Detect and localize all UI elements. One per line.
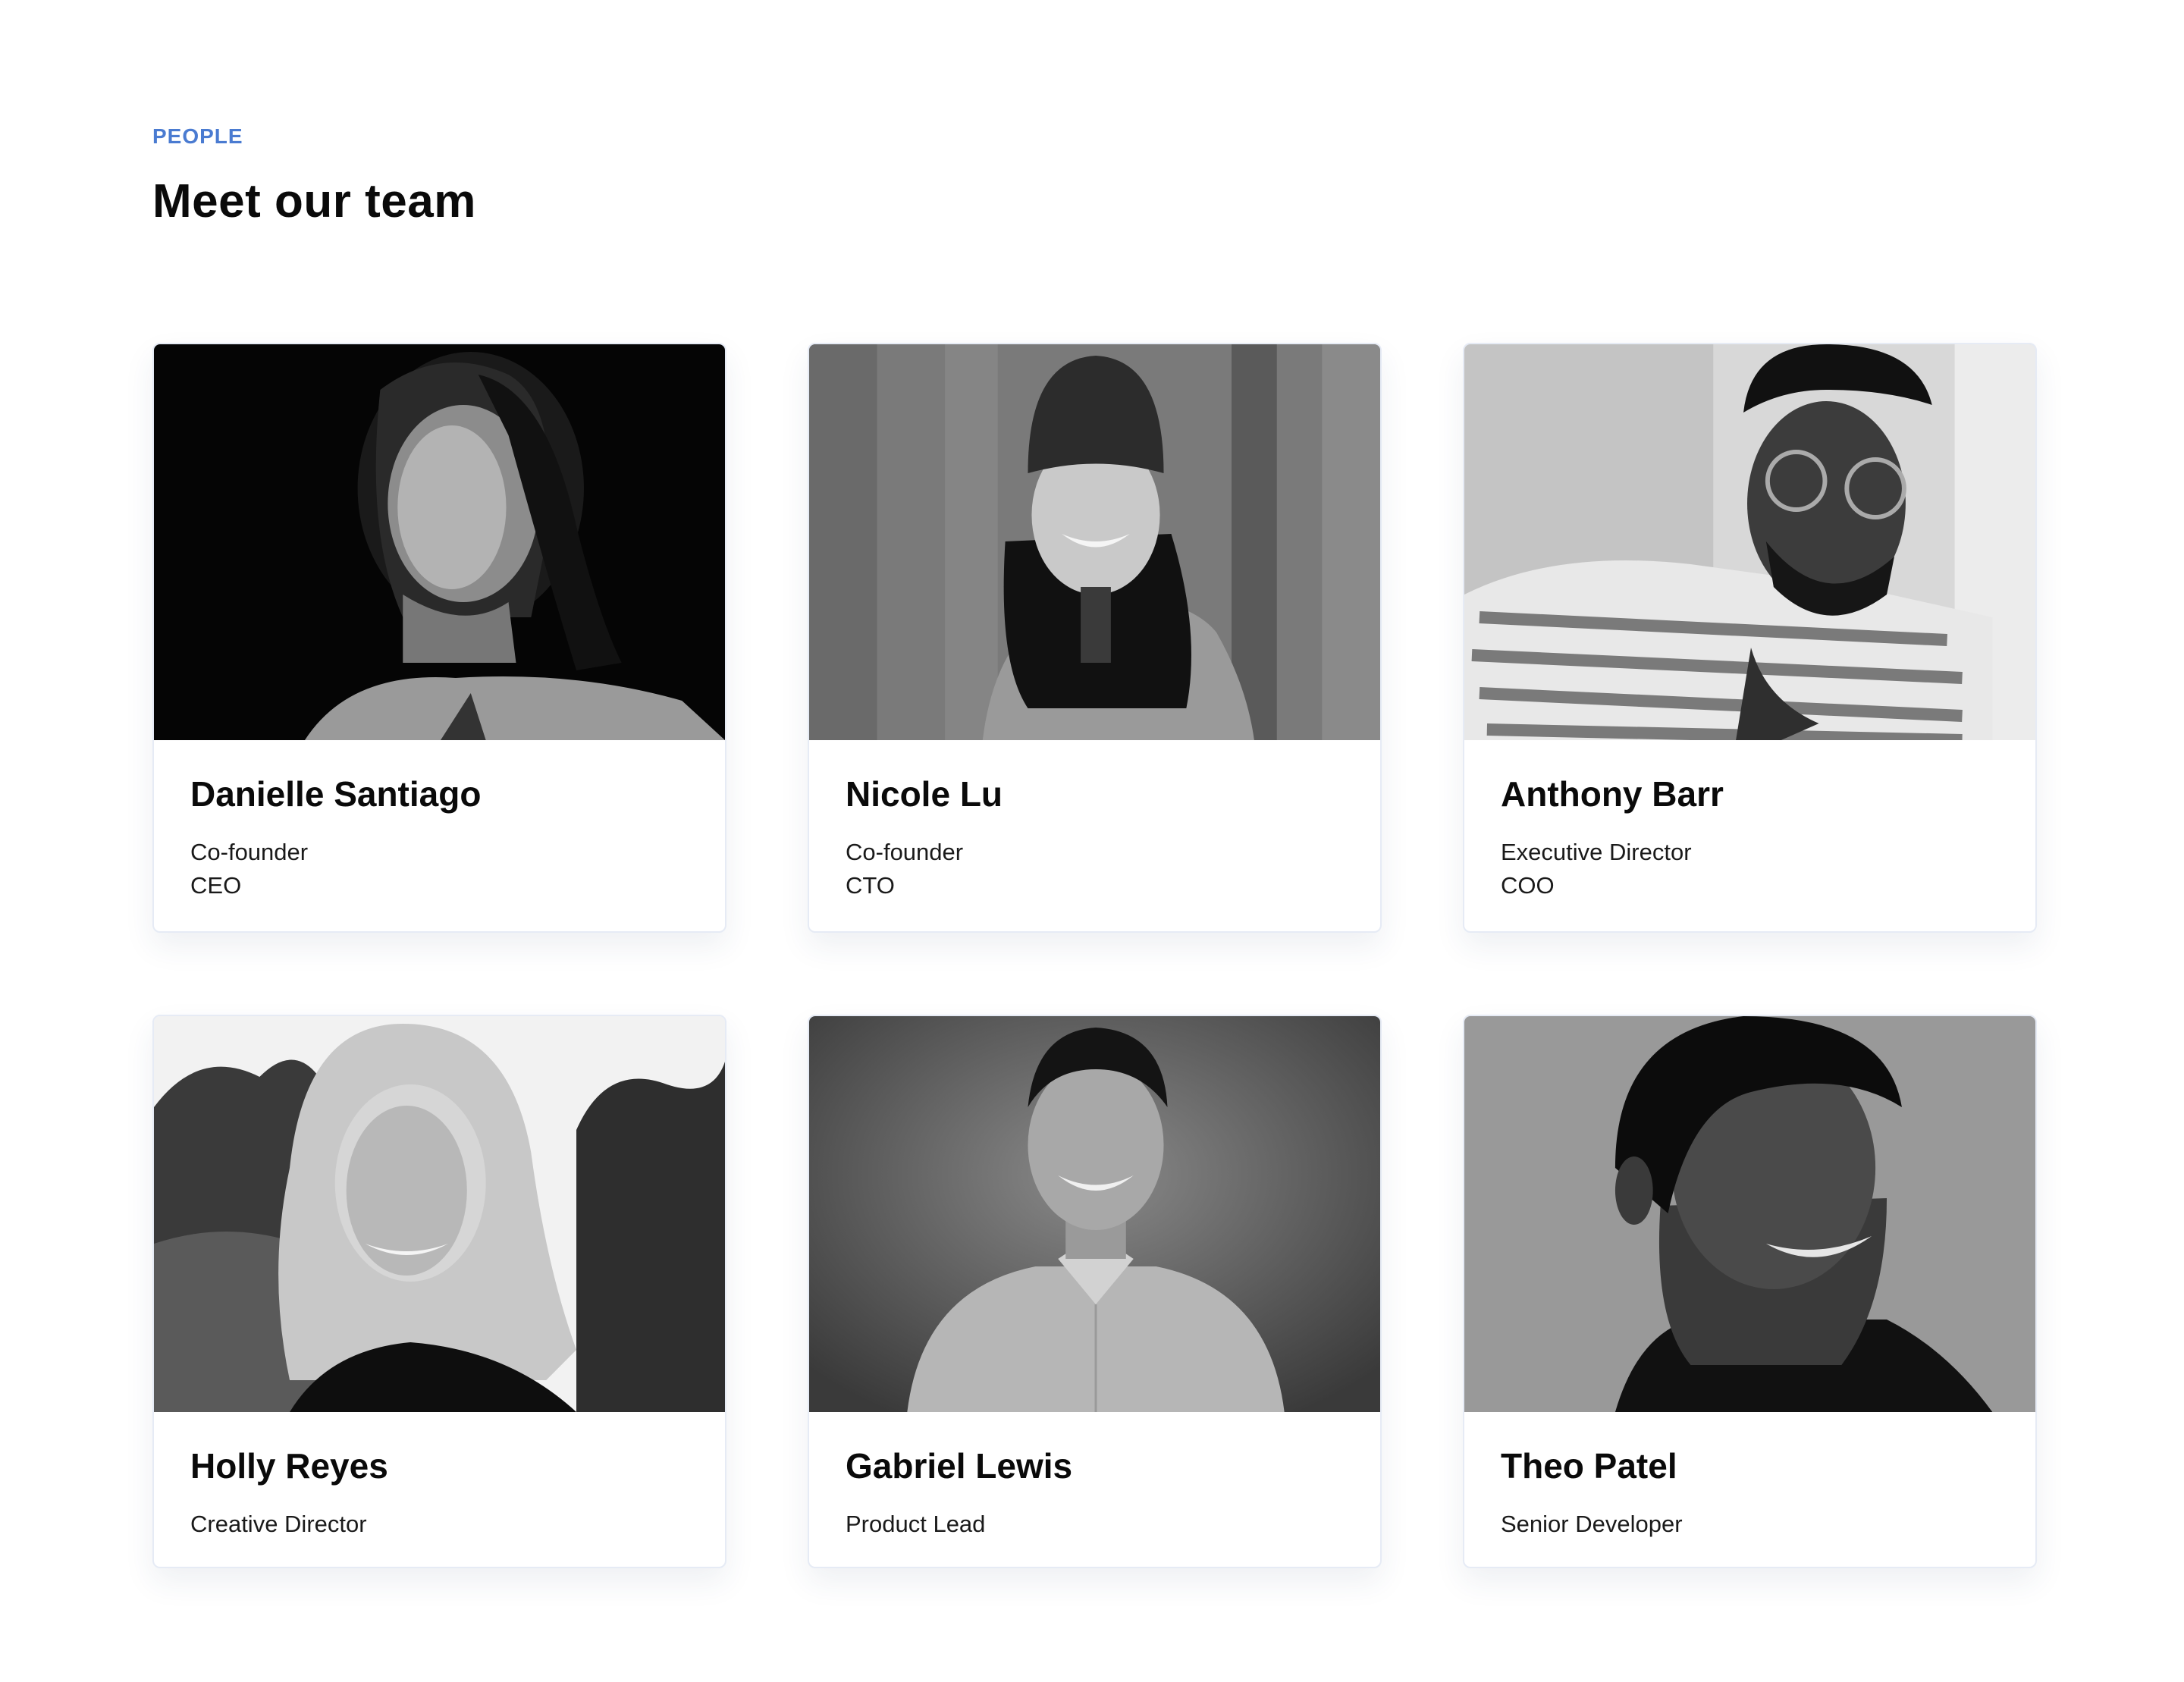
team-card-info: Gabriel Lewis Product Lead bbox=[809, 1412, 1380, 1541]
member-name: Theo Patel bbox=[1501, 1446, 1677, 1486]
team-card-info: Holly Reyes Creative Director bbox=[154, 1412, 725, 1541]
member-name: Holly Reyes bbox=[190, 1446, 388, 1486]
team-card-danielle-santiago[interactable]: Danielle Santiago Co-founder CEO bbox=[152, 343, 726, 933]
portrait-man-shirt-icon bbox=[809, 1016, 1380, 1412]
team-card-anthony-barr[interactable]: Anthony Barr Executive Director COO bbox=[1463, 343, 2037, 933]
member-role: COO bbox=[1501, 872, 1555, 899]
member-name: Nicole Lu bbox=[846, 774, 1003, 814]
member-name: Anthony Barr bbox=[1501, 774, 1724, 814]
team-section: PEOPLE Meet our team Danielle Santiago C… bbox=[152, 0, 2037, 1682]
portrait-man-profile-icon bbox=[1464, 1016, 2035, 1412]
member-role: Creative Director bbox=[190, 1511, 367, 1537]
member-role: CEO bbox=[190, 872, 242, 899]
member-role: Executive Director bbox=[1501, 839, 1692, 865]
page-title: Meet our team bbox=[152, 175, 476, 228]
member-role: Co-founder bbox=[190, 839, 309, 865]
portrait-woman-beanie-icon bbox=[809, 344, 1380, 740]
member-role: Senior Developer bbox=[1501, 1511, 1683, 1537]
member-role: Product Lead bbox=[846, 1511, 986, 1537]
member-role: CTO bbox=[846, 872, 895, 899]
section-eyebrow: PEOPLE bbox=[152, 124, 243, 148]
team-card-gabriel-lewis[interactable]: Gabriel Lewis Product Lead bbox=[808, 1015, 1382, 1568]
team-card-info: Danielle Santiago Co-founder CEO bbox=[154, 740, 725, 902]
member-name: Danielle Santiago bbox=[190, 774, 482, 814]
team-card-info: Theo Patel Senior Developer bbox=[1464, 1412, 2035, 1541]
team-card-nicole-lu[interactable]: Nicole Lu Co-founder CTO bbox=[808, 343, 1382, 933]
portrait-woman-dark-background-icon bbox=[154, 344, 725, 740]
team-grid: Danielle Santiago Co-founder CEO Nicole … bbox=[152, 343, 2037, 1568]
team-card-info: Nicole Lu Co-founder CTO bbox=[809, 740, 1380, 902]
portrait-woman-blonde-icon bbox=[154, 1016, 725, 1412]
member-name: Gabriel Lewis bbox=[846, 1446, 1073, 1486]
team-card-holly-reyes[interactable]: Holly Reyes Creative Director bbox=[152, 1015, 726, 1568]
member-role: Co-founder bbox=[846, 839, 964, 865]
portrait-man-glasses-icon bbox=[1464, 344, 2035, 740]
team-card-theo-patel[interactable]: Theo Patel Senior Developer bbox=[1463, 1015, 2037, 1568]
team-card-info: Anthony Barr Executive Director COO bbox=[1464, 740, 2035, 902]
